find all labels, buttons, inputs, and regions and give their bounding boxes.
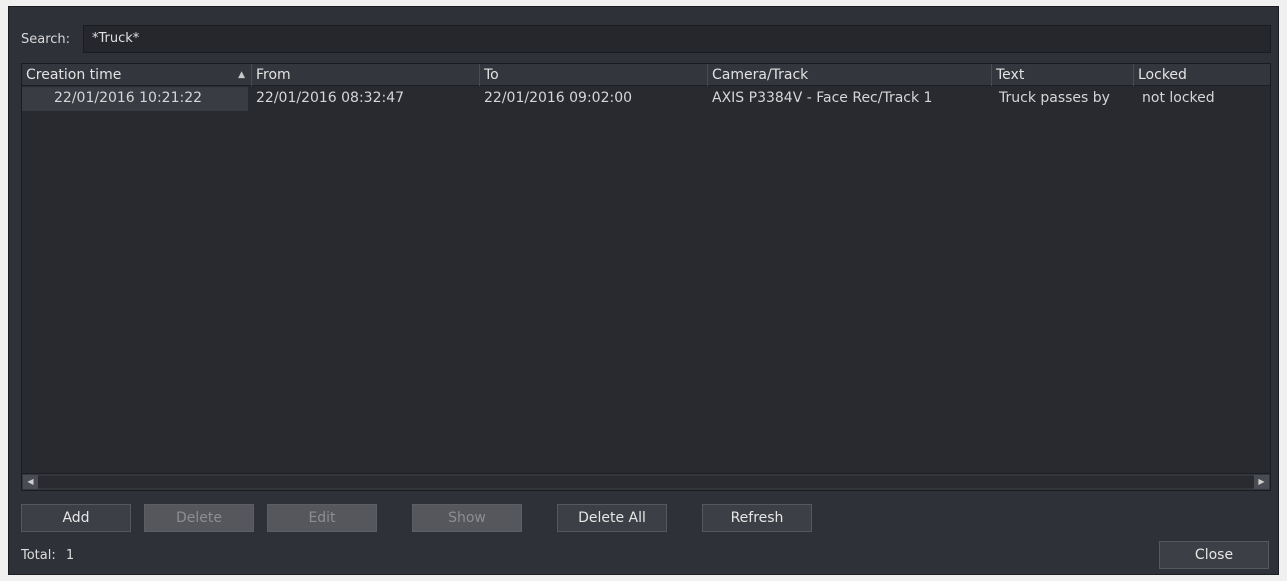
total-count: Total: 1 xyxy=(21,548,74,563)
total-value: 1 xyxy=(65,548,75,563)
table-row[interactable]: 22/01/2016 10:21:22 22/01/2016 08:32:47 … xyxy=(22,87,1270,111)
results-table: Creation time ▲ From To Camera/Track Tex… xyxy=(21,63,1271,491)
search-label: Search: xyxy=(21,32,71,47)
close-button[interactable]: Close xyxy=(1159,541,1269,569)
delete-button[interactable]: Delete xyxy=(144,504,254,532)
cell-camera-track: AXIS P3384V - Face Rec/Track 1 xyxy=(712,90,933,106)
search-input[interactable]: *Truck* xyxy=(83,25,1271,53)
column-header-label: Creation time xyxy=(26,67,122,83)
column-header-creation-time[interactable]: Creation time ▲ xyxy=(22,64,252,86)
add-button[interactable]: Add xyxy=(21,504,131,532)
arrow-left-icon[interactable]: ◀ xyxy=(23,475,38,489)
table-header: Creation time ▲ From To Camera/Track Tex… xyxy=(22,64,1270,86)
cell-creation-time: 22/01/2016 10:21:22 xyxy=(22,87,248,111)
column-header-locked[interactable]: Locked xyxy=(1134,64,1270,86)
sort-up-icon: ▲ xyxy=(238,70,245,80)
show-button[interactable]: Show xyxy=(412,504,522,532)
delete-all-button[interactable]: Delete All xyxy=(557,504,667,532)
bookmarks-dialog: Search: *Truck* Creation time ▲ From To … xyxy=(8,6,1279,575)
column-header-to[interactable]: To xyxy=(480,64,708,86)
cell-locked: not locked xyxy=(1142,90,1215,106)
column-header-camera-track[interactable]: Camera/Track xyxy=(708,64,992,86)
edit-button[interactable]: Edit xyxy=(267,504,377,532)
cell-to: 22/01/2016 09:02:00 xyxy=(484,90,633,106)
arrow-right-icon[interactable]: ▶ xyxy=(1254,475,1269,489)
cell-text: Truck passes by xyxy=(999,90,1110,106)
refresh-button[interactable]: Refresh xyxy=(702,504,812,532)
cell-from: 22/01/2016 08:32:47 xyxy=(256,90,405,106)
total-label: Total: xyxy=(21,548,56,563)
horizontal-scrollbar[interactable]: ◀ ▶ xyxy=(22,473,1270,490)
scroll-track[interactable] xyxy=(38,476,1254,488)
column-header-text[interactable]: Text xyxy=(992,64,1134,86)
column-header-from[interactable]: From xyxy=(252,64,480,86)
